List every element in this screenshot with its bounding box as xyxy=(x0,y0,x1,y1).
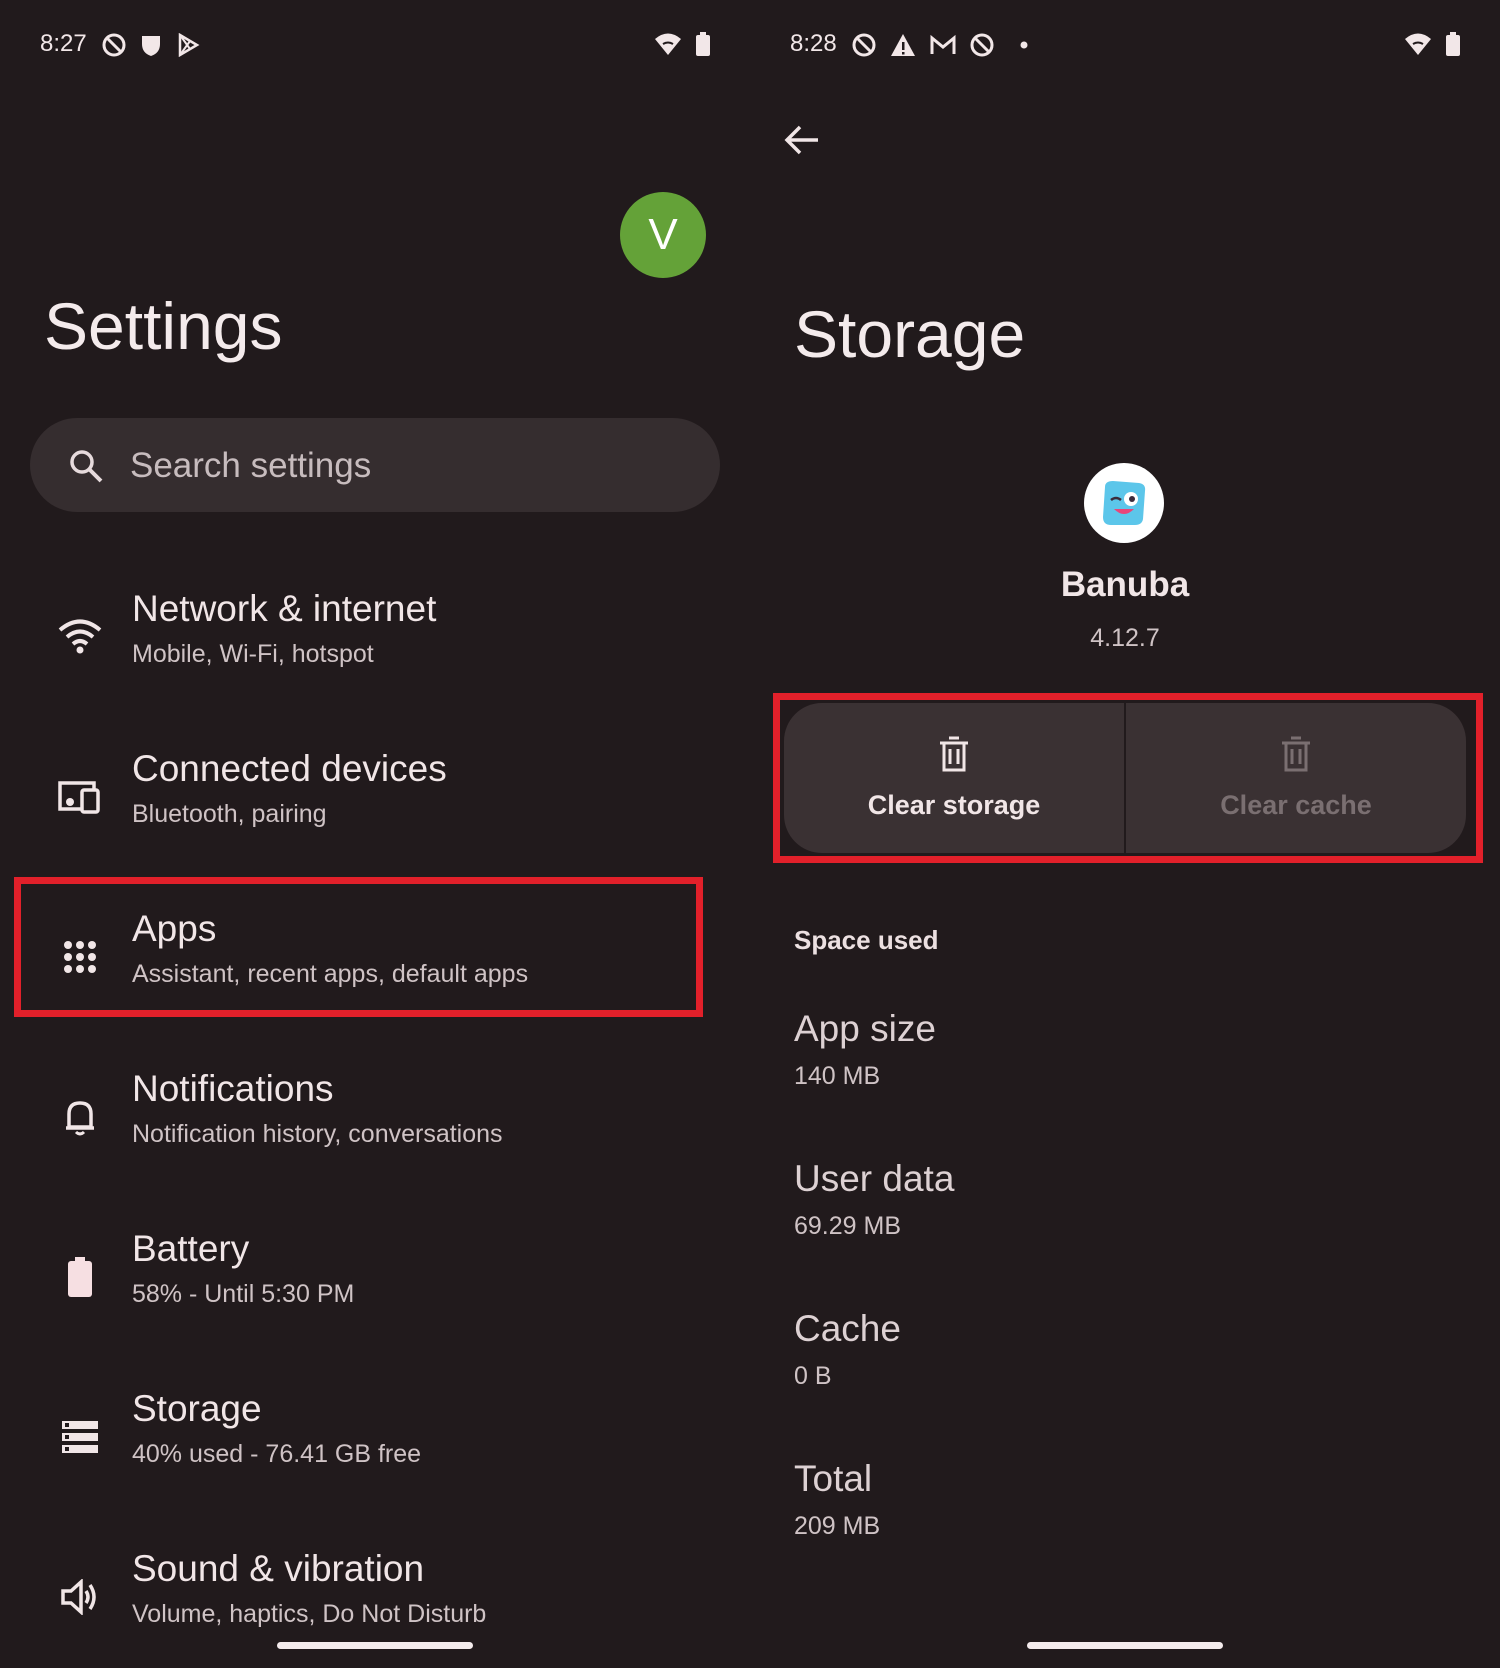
stat-value: 0 B xyxy=(794,1362,832,1390)
settings-item-battery[interactable]: Battery 58% - Until 5:30 PM xyxy=(0,1218,720,1348)
sync-off-icon xyxy=(970,33,994,57)
banuba-face-icon xyxy=(1103,481,1146,525)
search-placeholder: Search settings xyxy=(130,446,372,485)
stat-title: Cache xyxy=(794,1308,901,1349)
stat-total: Total 209 MB xyxy=(794,1458,880,1541)
settings-item-connected-devices[interactable]: Connected devices Bluetooth, pairing xyxy=(0,738,720,868)
status-bar: 8:28 xyxy=(790,30,1460,60)
storage-icon xyxy=(56,1413,104,1461)
apps-highlight-box xyxy=(14,877,703,1017)
settings-item-notifications[interactable]: Notifications Notification history, conv… xyxy=(0,1058,720,1188)
gmail-icon xyxy=(930,34,956,54)
status-time: 8:28 xyxy=(790,30,837,57)
item-subtitle: Bluetooth, pairing xyxy=(132,800,327,828)
battery-status-icon xyxy=(1446,32,1460,56)
app-storage-screen: 8:28 Storage Banuba 4.12.7 Clear storage xyxy=(750,0,1500,1667)
item-title: Network & internet xyxy=(132,588,437,629)
item-title: Sound & vibration xyxy=(132,1548,425,1589)
system-icons xyxy=(654,32,710,56)
wifi-icon xyxy=(56,613,104,661)
search-bar[interactable]: Search settings xyxy=(30,418,720,512)
settings-screen: 8:27 V Settings Search settings Network … xyxy=(0,0,750,1667)
battery-icon xyxy=(56,1253,104,1301)
item-subtitle: Mobile, Wi-Fi, hotspot xyxy=(132,640,374,668)
speaker-icon xyxy=(56,1573,104,1621)
app-icon xyxy=(1084,463,1164,543)
status-time: 8:27 xyxy=(40,30,87,57)
devices-icon xyxy=(56,773,104,821)
gesture-nav-bar[interactable] xyxy=(1027,1642,1223,1649)
stat-app-size: App size 140 MB xyxy=(794,1008,936,1091)
gesture-nav-bar[interactable] xyxy=(277,1642,473,1649)
wifi-status-icon xyxy=(1405,33,1431,55)
buttons-highlight-box xyxy=(773,693,1483,863)
back-arrow-icon[interactable] xyxy=(782,120,822,160)
stat-value: 209 MB xyxy=(794,1512,881,1540)
stat-value: 69.29 MB xyxy=(794,1212,902,1240)
item-subtitle: 58% - Until 5:30 PM xyxy=(132,1280,355,1308)
play-store-icon xyxy=(178,33,200,57)
notification-icons xyxy=(102,33,200,57)
item-subtitle: Notification history, conversations xyxy=(132,1120,503,1148)
system-icons xyxy=(1404,32,1460,56)
sync-off-icon xyxy=(852,33,876,57)
stat-title: User data xyxy=(794,1158,955,1199)
item-title: Storage xyxy=(132,1388,262,1429)
avatar-letter: V xyxy=(648,210,678,259)
stat-cache: Cache 0 B xyxy=(794,1308,901,1391)
app-name: Banuba xyxy=(1060,565,1190,604)
more-notifications-dot-icon xyxy=(1020,41,1028,49)
account-avatar[interactable]: V xyxy=(620,192,706,278)
item-title: Notifications xyxy=(132,1068,334,1109)
shield-icon xyxy=(142,36,160,56)
item-subtitle: 40% used - 76.41 GB free xyxy=(132,1440,422,1468)
notification-icons xyxy=(852,33,1032,57)
settings-item-storage[interactable]: Storage 40% used - 76.41 GB free xyxy=(0,1378,720,1508)
page-title: Storage xyxy=(794,297,1026,371)
warning-icon xyxy=(891,34,915,56)
battery-status-icon xyxy=(696,32,710,56)
sync-off-icon xyxy=(102,33,126,57)
app-version: 4.12.7 xyxy=(1090,624,1160,652)
item-subtitle: Volume, haptics, Do Not Disturb xyxy=(132,1600,487,1628)
status-bar: 8:27 xyxy=(40,30,710,60)
item-title: Battery xyxy=(132,1228,250,1269)
stat-title: App size xyxy=(794,1008,936,1049)
stat-user-data: User data 69.29 MB xyxy=(794,1158,954,1241)
search-icon xyxy=(70,450,103,483)
page-title: Settings xyxy=(44,289,283,363)
space-used-header: Space used xyxy=(794,925,939,955)
settings-item-network[interactable]: Network & internet Mobile, Wi-Fi, hotspo… xyxy=(0,578,720,708)
item-title: Connected devices xyxy=(132,748,447,789)
wifi-status-icon xyxy=(655,33,681,55)
stat-value: 140 MB xyxy=(794,1062,881,1090)
stat-title: Total xyxy=(794,1458,873,1499)
bell-icon xyxy=(56,1093,104,1141)
